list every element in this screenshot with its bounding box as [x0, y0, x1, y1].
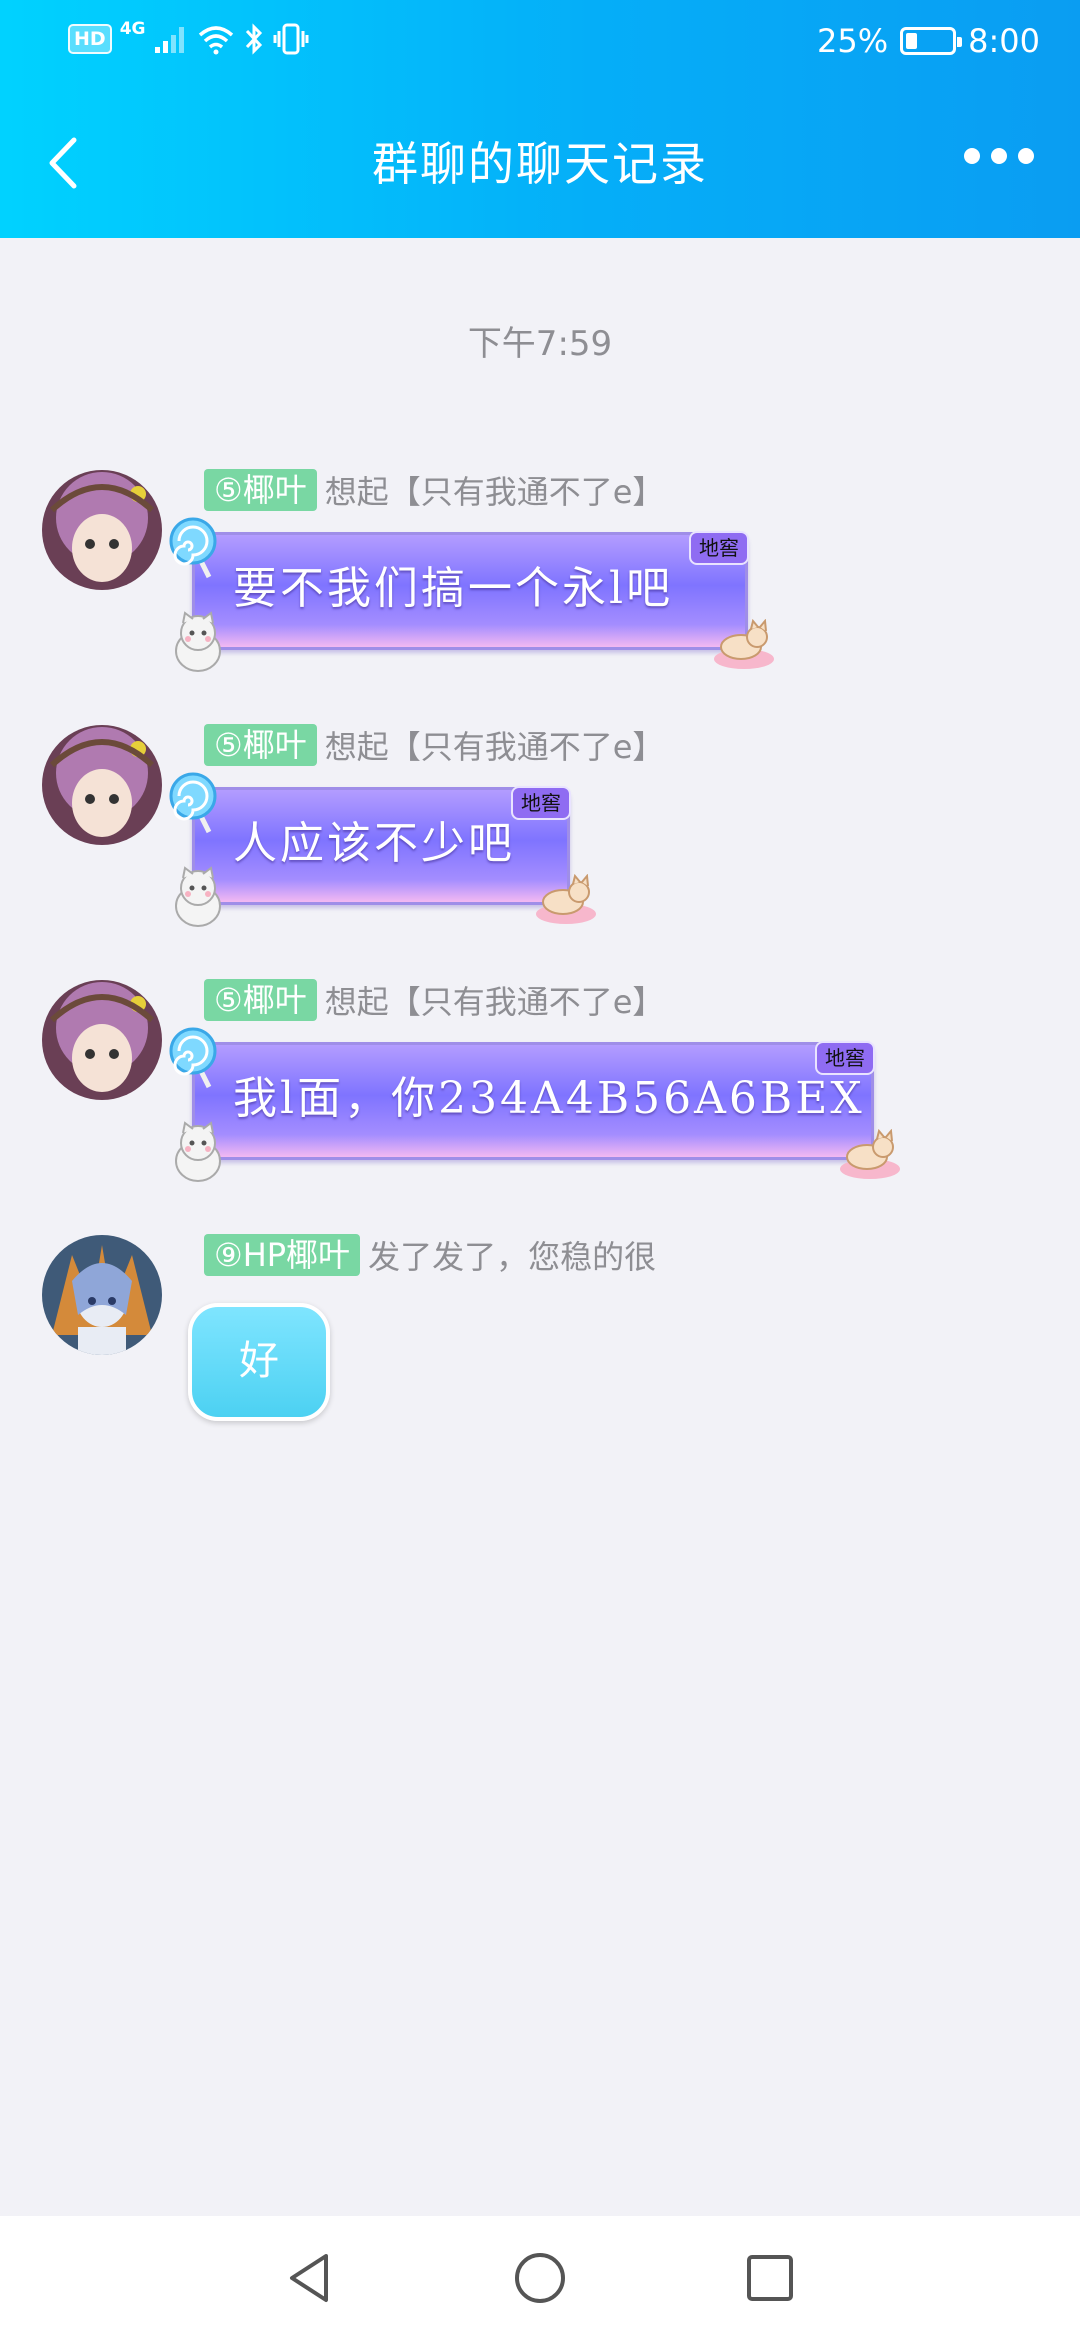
cat-sticker-icon	[175, 1121, 221, 1182]
level-badge: ⑤椰叶	[204, 724, 317, 766]
cat-sticker-icon	[714, 619, 774, 669]
message-bubble[interactable]: 要不我们搞一个永l吧 地窖	[169, 517, 774, 672]
sender-row: ⑨HP椰叶 发了发了，您稳的很	[204, 1233, 656, 1277]
more-options-button[interactable]	[964, 148, 1034, 164]
wifi-icon	[199, 26, 234, 55]
battery-fill	[906, 33, 918, 49]
bubble-tag: 地窖	[511, 786, 571, 820]
sender-row: ⑤椰叶 想起【只有我通不了e】	[204, 723, 664, 767]
system-navigation-bar	[0, 2216, 1080, 2340]
cat-sticker-icon	[175, 866, 221, 927]
sender-row: ⑤椰叶 想起【只有我通不了e】	[204, 468, 664, 512]
more-dot-icon	[964, 148, 980, 164]
level-badge: ⑨HP椰叶	[204, 1234, 361, 1276]
avatar-image	[42, 470, 162, 590]
member-title: 想起【只有我通不了e】	[324, 728, 665, 766]
avatar[interactable]	[42, 725, 162, 845]
sender-row: ⑤椰叶 想起【只有我通不了e】	[204, 978, 664, 1022]
nav-home-icon[interactable]	[510, 2248, 570, 2308]
battery-icon	[900, 27, 963, 55]
member-title: 发了发了，您稳的很	[368, 1238, 657, 1276]
nav-recents-icon[interactable]	[740, 2248, 800, 2308]
bubble-tag: 地窖	[815, 1041, 875, 1075]
message-timestamp: 下午7:59	[467, 324, 613, 364]
lollipop-icon	[169, 1027, 217, 1089]
message-text: 我l面，你234A4B56A6BEX	[233, 1073, 865, 1124]
cat-sticker-icon	[175, 611, 221, 672]
more-dot-icon	[991, 148, 1007, 164]
page-title: 群聊的聊天记录	[372, 137, 708, 191]
status-left: HD 4G	[68, 19, 309, 56]
message-text: 要不我们搞一个永l吧	[233, 563, 674, 614]
status-right: 25% 8:00	[817, 22, 1040, 60]
message-text: 人应该不少吧	[233, 818, 515, 869]
message-bubble[interactable]: 人应该不少吧 地窖	[169, 772, 596, 927]
message-bubble[interactable]: 好	[188, 1303, 330, 1421]
avatar-image	[42, 980, 162, 1100]
vibrate-icon	[273, 23, 309, 55]
avatar[interactable]	[42, 980, 162, 1100]
cat-sticker-icon	[536, 874, 596, 924]
bubble-tag: 地窖	[689, 531, 749, 565]
avatar[interactable]	[42, 470, 162, 590]
nav-back-icon[interactable]	[280, 2248, 340, 2308]
signal-icon	[155, 27, 185, 53]
level-badge: ⑤椰叶	[204, 469, 317, 511]
message-bubble[interactable]: 我l面，你234A4B56A6BEX 地窖	[169, 1027, 900, 1182]
battery-percent: 25%	[817, 22, 889, 60]
lollipop-icon	[169, 517, 217, 579]
member-title: 想起【只有我通不了e】	[324, 473, 665, 511]
network-type: 4G	[119, 19, 146, 39]
member-title: 想起【只有我通不了e】	[324, 983, 665, 1021]
lollipop-icon	[169, 772, 217, 834]
header: HD 4G 25% 8:00 群聊的聊天记录	[0, 0, 1080, 238]
status-time: 8:00	[968, 22, 1040, 60]
cat-sticker-icon	[840, 1129, 900, 1179]
avatar[interactable]	[42, 1235, 162, 1355]
level-badge: ⑤椰叶	[204, 979, 317, 1021]
more-dot-icon	[1018, 148, 1034, 164]
avatar-image	[42, 725, 162, 845]
avatar-image	[42, 1235, 162, 1355]
status-bar: HD 4G 25% 8:00	[0, 0, 1080, 90]
hd-badge: HD	[68, 24, 112, 54]
message-text: 好	[239, 1338, 279, 1384]
bluetooth-icon	[246, 23, 263, 55]
